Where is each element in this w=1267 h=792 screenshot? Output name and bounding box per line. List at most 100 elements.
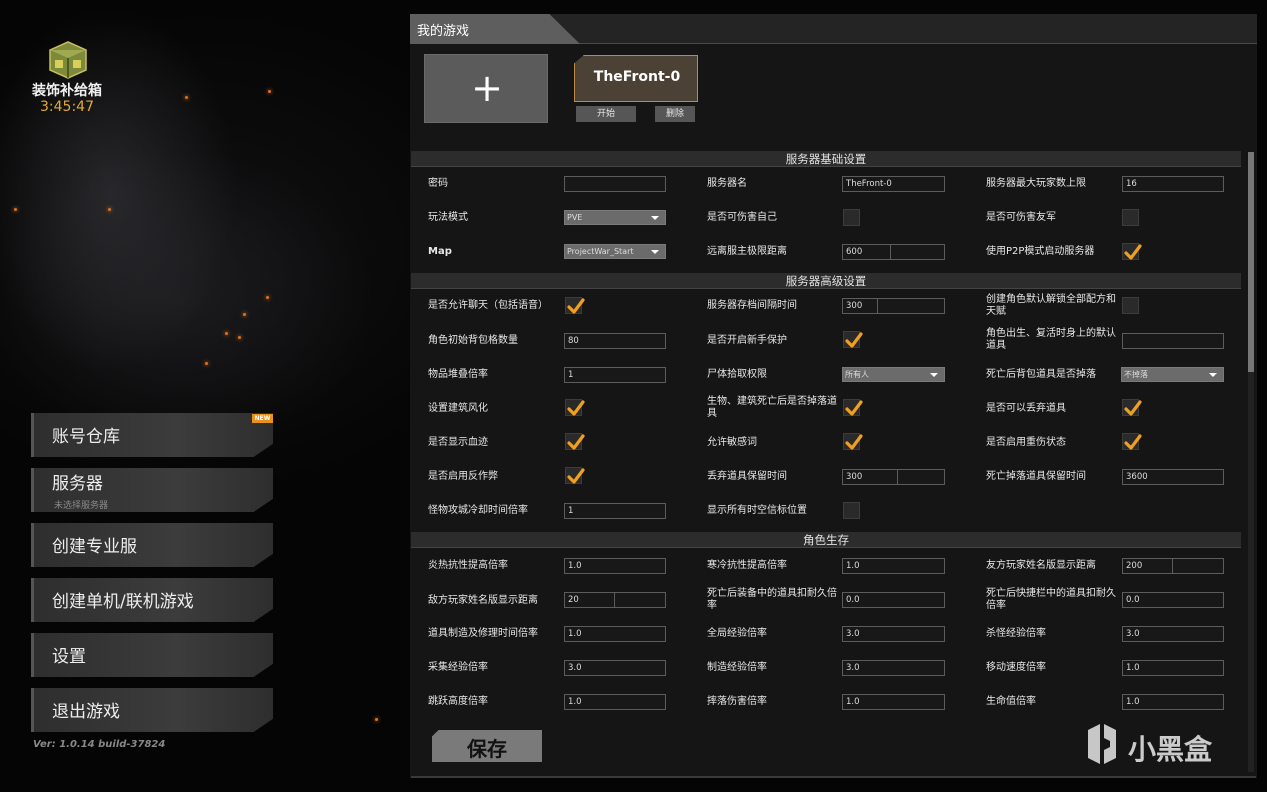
newbie-protect-checkbox[interactable] (843, 331, 863, 348)
start-button[interactable]: 开始 (576, 106, 636, 122)
menu-label: 退出游戏 (52, 702, 120, 722)
heat-resist-input[interactable]: 1.0 (564, 558, 666, 574)
mode-select[interactable]: PVE (564, 210, 666, 225)
chat-checkbox[interactable] (565, 297, 585, 314)
sensitive-words-checkbox[interactable] (843, 433, 863, 450)
siege-cooldown-input[interactable]: 1 (564, 503, 666, 519)
menu-settings-button[interactable]: 设置 (31, 633, 273, 677)
ember-decoration (243, 313, 246, 316)
kill-xp-label: 杀怪经验倍率 (986, 628, 1046, 639)
stack-rate-input[interactable]: 1 (564, 367, 666, 383)
map-select[interactable]: ProjectWar_Start (564, 244, 666, 259)
ember-decoration (14, 208, 17, 211)
respawn-items-input[interactable] (1122, 333, 1224, 349)
heat-resist-label: 炎热抗性提高倍率 (428, 560, 508, 571)
stack-rate-label: 物品堆叠倍率 (428, 369, 488, 380)
discard-checkbox[interactable] (1122, 399, 1142, 416)
health-rate-input[interactable]: 1.0 (1122, 694, 1224, 710)
save-interval-slider[interactable]: 300 (842, 298, 945, 314)
decay-checkbox[interactable] (565, 399, 585, 416)
jump-height-input[interactable]: 1.0 (564, 694, 666, 710)
checkmark-icon (845, 332, 863, 348)
self-damage-checkbox[interactable] (843, 209, 860, 226)
far-distance-slider[interactable]: 600 (842, 244, 945, 260)
beacon-label: 显示所有时空信标位置 (707, 505, 807, 516)
fall-damage-input[interactable]: 1.0 (842, 694, 945, 710)
injury-checkbox[interactable] (1122, 433, 1142, 450)
menu-server-button[interactable]: 服务器 未选择服务器 (31, 468, 273, 512)
self-damage-label: 是否可伤害自己 (707, 212, 777, 223)
chevron-down-icon (930, 373, 938, 377)
move-speed-input[interactable]: 1.0 (1122, 660, 1224, 676)
decay-label: 设置建筑风化 (428, 403, 488, 414)
menu-create-dedicated-button[interactable]: 创建专业服 (31, 523, 273, 567)
password-label: 密码 (428, 178, 448, 189)
craft-time-label: 道具制造及修理时间倍率 (428, 628, 538, 639)
ember-decoration (375, 718, 378, 721)
friendly-fire-checkbox[interactable] (1122, 209, 1139, 226)
checkmark-icon (567, 298, 585, 314)
death-keep-label: 死亡掉落道具保留时间 (986, 471, 1086, 482)
menu-exit-button[interactable]: 退出游戏 (31, 688, 273, 732)
checkmark-icon (567, 434, 585, 450)
enemy-nameplate-slider[interactable]: 20 (564, 592, 666, 608)
beacon-checkbox[interactable] (843, 502, 860, 519)
global-xp-input[interactable]: 3.0 (842, 626, 945, 642)
make-xp-label: 制造经验倍率 (707, 662, 767, 673)
add-game-button[interactable]: + (424, 54, 548, 123)
checkmark-icon (845, 400, 863, 416)
checkmark-icon (1124, 400, 1142, 416)
far-distance-label: 远离服主极限距离 (707, 246, 787, 257)
checkmark-icon (567, 468, 585, 484)
tab-label: 我的游戏 (417, 24, 470, 39)
anticheat-checkbox[interactable] (565, 467, 585, 484)
menu-create-game-button[interactable]: 创建单机/联机游戏 (31, 578, 273, 622)
section-header-advanced: 服务器高级设置 (411, 273, 1241, 289)
max-players-input[interactable]: 16 (1122, 176, 1224, 192)
menu-account-storage-button[interactable]: 账号仓库 (31, 413, 273, 457)
friend-nameplate-label: 友方玩家姓名版显示距离 (986, 560, 1096, 571)
supply-crate-icon[interactable] (46, 40, 90, 80)
p2p-checkbox[interactable] (1122, 243, 1142, 260)
health-rate-label: 生命值倍率 (986, 696, 1036, 707)
menu-label: 创建专业服 (52, 537, 137, 557)
version-label: Ver: 1.0.14 build-37824 (33, 739, 166, 750)
craft-time-input[interactable]: 1.0 (564, 626, 666, 642)
quickbar-durability-input[interactable]: 0.0 (1122, 592, 1224, 608)
friend-nameplate-slider[interactable]: 200 (1122, 558, 1224, 574)
anticheat-label: 是否启用反作弊 (428, 471, 498, 482)
enemy-nameplate-label: 敌方玩家姓名版显示距离 (428, 595, 538, 606)
watermark-text: 小黑盒 (1128, 733, 1213, 766)
menu-label: 服务器 (52, 474, 103, 494)
ember-decoration (238, 336, 241, 339)
creature-drop-checkbox[interactable] (843, 399, 863, 416)
bag-slots-input[interactable]: 80 (564, 333, 666, 349)
make-xp-input[interactable]: 3.0 (842, 660, 945, 676)
equip-durability-input[interactable]: 0.0 (842, 592, 945, 608)
server-name-label: 服务器名 (707, 178, 747, 189)
server-name-input[interactable]: TheFront-0 (842, 176, 945, 192)
death-keep-input[interactable]: 3600 (1122, 469, 1224, 485)
gather-xp-input[interactable]: 3.0 (564, 660, 666, 676)
new-badge: NEW (252, 414, 273, 423)
newbie-protect-label: 是否开启新手保护 (707, 335, 787, 346)
ember-decoration (225, 332, 228, 335)
save-button[interactable]: 保存 (432, 730, 542, 762)
game-card[interactable]: TheFront-0 (574, 55, 698, 102)
kill-xp-input[interactable]: 3.0 (1122, 626, 1224, 642)
loot-permission-select[interactable]: 所有人 (842, 367, 945, 382)
discard-keep-slider[interactable]: 300 (842, 469, 945, 485)
mode-label: 玩法模式 (428, 212, 468, 223)
death-drop-select[interactable]: 不掉落 (1121, 367, 1224, 382)
unlock-all-checkbox[interactable] (1122, 297, 1139, 314)
blood-checkbox[interactable] (565, 433, 585, 450)
settings-scroll-thumb[interactable] (1248, 152, 1254, 372)
delete-button[interactable]: 删除 (655, 106, 695, 122)
discard-label: 是否可以丢弃道具 (986, 403, 1066, 414)
ember-decoration (108, 208, 111, 211)
menu-label: 设置 (52, 647, 86, 667)
cold-resist-input[interactable]: 1.0 (842, 558, 945, 574)
ember-decoration (185, 96, 188, 99)
ember-decoration (205, 362, 208, 365)
password-input[interactable] (564, 176, 666, 192)
